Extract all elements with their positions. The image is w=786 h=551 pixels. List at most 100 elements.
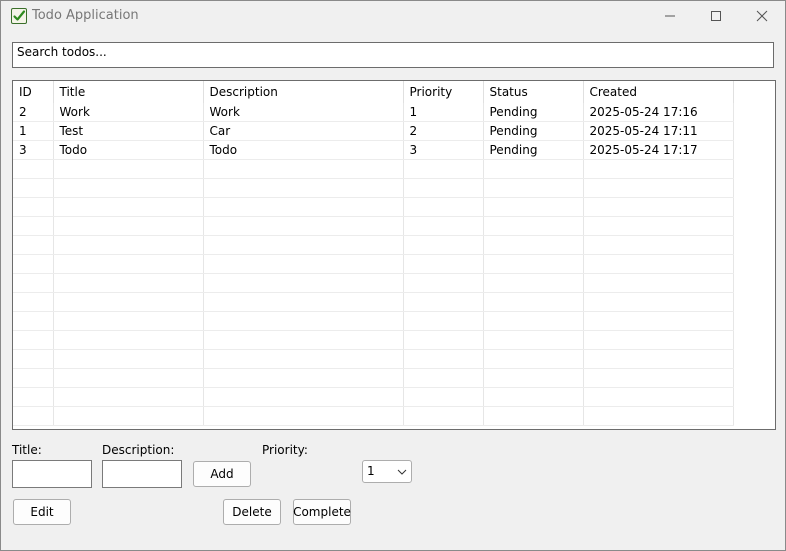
empty-table-cell	[583, 273, 734, 293]
table-cell: 2025-05-24 17:16	[583, 103, 734, 122]
minimize-icon	[665, 15, 675, 17]
empty-table-cell	[13, 349, 54, 369]
empty-table-row	[13, 235, 734, 255]
empty-table-cell	[403, 349, 484, 369]
empty-table-cell	[403, 387, 484, 407]
chevron-down-icon	[397, 469, 407, 475]
empty-table-cell	[483, 311, 584, 331]
empty-table-cell	[583, 235, 734, 255]
empty-table-cell	[13, 368, 54, 388]
empty-table-cell	[403, 292, 484, 312]
description-field[interactable]	[102, 460, 182, 488]
empty-table-cell	[403, 254, 484, 274]
app-window: Todo Application Search todos... ID Titl…	[0, 0, 786, 551]
column-header-description[interactable]: Description	[203, 81, 404, 103]
table-cell: 2	[403, 121, 484, 141]
title-bar[interactable]: Todo Application	[1, 1, 785, 31]
empty-table-cell	[53, 330, 204, 350]
empty-table-cell	[53, 311, 204, 331]
table-row[interactable]: 1 Test Car 2 Pending 2025-05-24 17:11	[13, 121, 734, 141]
table-cell: 2025-05-24 17:11	[583, 121, 734, 141]
title-field[interactable]	[12, 460, 92, 488]
empty-table-cell	[203, 178, 404, 198]
empty-table-cell	[403, 235, 484, 255]
empty-table-cell	[483, 178, 584, 198]
table-cell: 1	[403, 103, 484, 122]
empty-table-cell	[403, 178, 484, 198]
empty-table-cell	[13, 406, 54, 426]
empty-table-cell	[13, 235, 54, 255]
empty-table-cell	[53, 197, 204, 217]
empty-table-cell	[13, 273, 54, 293]
empty-table-row	[13, 159, 734, 179]
table-cell: 3	[13, 140, 54, 160]
empty-table-cell	[53, 292, 204, 312]
table-header-row: ID Title Description Priority Status Cre…	[13, 81, 734, 103]
search-input[interactable]: Search todos...	[12, 42, 774, 68]
empty-table-cell	[13, 197, 54, 217]
empty-table-cell	[583, 197, 734, 217]
empty-table-cell	[203, 197, 404, 217]
empty-table-cell	[583, 254, 734, 274]
table-cell: 2025-05-24 17:17	[583, 140, 734, 160]
table-cell: Test	[53, 121, 204, 141]
column-header-priority[interactable]: Priority	[403, 81, 484, 103]
empty-table-cell	[53, 406, 204, 426]
empty-table-row	[13, 311, 734, 331]
empty-table-cell	[403, 216, 484, 236]
column-header-title[interactable]: Title	[53, 81, 204, 103]
close-button[interactable]	[739, 1, 785, 31]
edit-button[interactable]: Edit	[13, 499, 71, 525]
empty-table-cell	[403, 159, 484, 179]
description-label: Description:	[102, 443, 175, 457]
empty-table-cell	[403, 406, 484, 426]
empty-table-cell	[13, 254, 54, 274]
minimize-button[interactable]	[647, 1, 693, 31]
empty-table-cell	[203, 159, 404, 179]
column-header-id[interactable]: ID	[13, 81, 54, 103]
empty-table-cell	[53, 273, 204, 293]
empty-table-row	[13, 216, 734, 236]
empty-table-cell	[483, 406, 584, 426]
empty-table-cell	[483, 349, 584, 369]
table-cell: 2	[13, 103, 54, 122]
table-cell: Work	[53, 103, 204, 122]
column-header-status[interactable]: Status	[483, 81, 584, 103]
checkbox-check-icon	[11, 8, 27, 24]
maximize-button[interactable]	[693, 1, 739, 31]
empty-table-cell	[53, 178, 204, 198]
empty-table-cell	[403, 197, 484, 217]
window-title: Todo Application	[32, 8, 139, 23]
priority-select[interactable]: 1	[362, 460, 412, 483]
add-button[interactable]: Add	[193, 461, 251, 487]
table-row[interactable]: 3 Todo Todo 3 Pending 2025-05-24 17:17	[13, 140, 734, 160]
empty-table-cell	[13, 330, 54, 350]
empty-table-cell	[53, 254, 204, 274]
empty-table-cell	[483, 216, 584, 236]
empty-table-cell	[53, 216, 204, 236]
empty-table-cell	[203, 235, 404, 255]
empty-table-cell	[583, 368, 734, 388]
complete-button[interactable]: Complete	[293, 499, 351, 525]
delete-button[interactable]: Delete	[223, 499, 281, 525]
empty-table-row	[13, 406, 734, 426]
empty-table-cell	[583, 387, 734, 407]
column-header-created[interactable]: Created	[583, 81, 734, 103]
empty-table-cell	[203, 311, 404, 331]
empty-table-row	[13, 330, 734, 350]
empty-table-row	[13, 254, 734, 274]
empty-table-cell	[203, 330, 404, 350]
search-placeholder: Search todos...	[17, 45, 107, 59]
empty-table-cell	[583, 349, 734, 369]
table-cell: Todo	[53, 140, 204, 160]
empty-table-row	[13, 197, 734, 217]
table-row[interactable]: 2 Work Work 1 Pending 2025-05-24 17:16	[13, 103, 734, 122]
empty-table-cell	[483, 235, 584, 255]
todo-table[interactable]: ID Title Description Priority Status Cre…	[12, 80, 776, 430]
empty-table-row	[13, 368, 734, 388]
empty-table-cell	[53, 159, 204, 179]
empty-table-cell	[583, 178, 734, 198]
empty-table-row	[13, 387, 734, 407]
empty-table-row	[13, 292, 734, 312]
table-cell: Todo	[203, 140, 404, 160]
